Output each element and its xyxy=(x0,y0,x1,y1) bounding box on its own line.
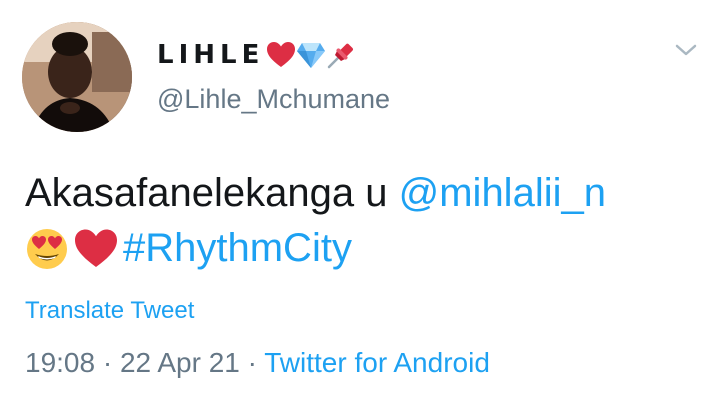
tweet-meta: 19:08 · 22 Apr 21 · Twitter for Android xyxy=(25,347,490,379)
tweet-source-link[interactable]: Twitter for Android xyxy=(264,347,490,378)
tweet-card: LIHLE @Lihle_Mchumane Akasafanelekanga u… xyxy=(0,0,720,407)
display-name[interactable]: LIHLE xyxy=(157,37,356,73)
tweet-text-line-2: #RhythmCity xyxy=(25,221,705,276)
chevron-down-icon[interactable] xyxy=(673,40,699,60)
tweet-time[interactable]: 19:08 xyxy=(25,347,95,378)
avatar[interactable] xyxy=(22,22,132,132)
gem-icon xyxy=(297,43,326,68)
translate-tweet-link[interactable]: Translate Tweet xyxy=(25,297,194,325)
heart-eyes-emoji-icon xyxy=(25,227,69,271)
tweet-text-line-1: Akasafanelekanga u @mihlalii_n xyxy=(25,166,705,221)
user-handle[interactable]: @Lihle_Mchumane xyxy=(157,84,390,115)
tweet-text: Akasafanelekanga u @mihlalii_n #RhythmCi… xyxy=(25,166,705,276)
red-heart-emoji-icon xyxy=(73,228,119,270)
pushpin-icon xyxy=(328,43,354,69)
meta-separator: · xyxy=(95,347,120,378)
hashtag-link[interactable]: #RhythmCity xyxy=(123,221,352,276)
name-emojis xyxy=(266,40,356,70)
tweet-date[interactable]: 22 Apr 21 xyxy=(120,347,240,378)
meta-separator: · xyxy=(239,347,265,378)
display-name-text: LIHLE xyxy=(157,40,265,70)
red-heart-icon xyxy=(267,42,296,67)
avatar-photo xyxy=(22,22,132,132)
mention-link[interactable]: @mihlalii_n xyxy=(399,166,606,221)
tweet-text-body: Akasafanelekanga u xyxy=(25,171,399,215)
